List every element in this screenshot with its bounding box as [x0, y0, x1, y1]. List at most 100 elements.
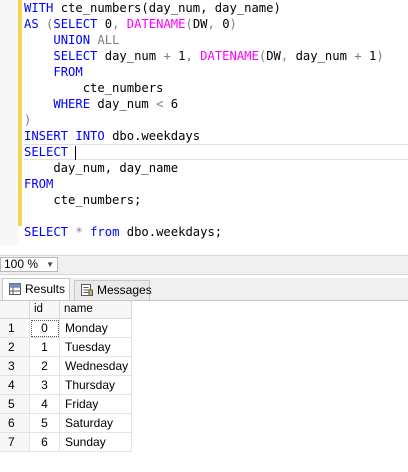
row-number-cell[interactable]: 7	[0, 433, 30, 452]
tab-messages[interactable]: Messages	[74, 280, 152, 300]
code-line[interactable]: WITH cte_numbers(day_num, day_name)	[24, 0, 281, 16]
sql-editor[interactable]: WITH cte_numbers(day_num, day_name) AS (S…	[0, 0, 408, 245]
id-cell[interactable]: 1	[30, 338, 60, 357]
column-header-name[interactable]: name	[60, 301, 132, 319]
tab-results-label: Results	[25, 282, 66, 296]
code-token: dbo.weekdays;	[126, 225, 223, 239]
row-number-cell[interactable]: 5	[0, 395, 30, 414]
code-token: FROM	[24, 177, 54, 191]
change-tracking-bar	[18, 0, 22, 226]
code-token: )	[229, 17, 237, 31]
id-cell[interactable]: 0	[30, 319, 60, 338]
code-token: SELECT	[53, 17, 105, 31]
code-line[interactable]: SELECT	[24, 144, 77, 160]
id-cell[interactable]: 6	[30, 433, 60, 452]
chevron-down-icon[interactable]: ▼	[46, 258, 54, 271]
messages-icon	[81, 284, 93, 296]
code-token: ,	[207, 17, 223, 31]
row-number-cell[interactable]: 2	[0, 338, 30, 357]
code-token: 0	[222, 17, 230, 31]
tab-results[interactable]: Results	[2, 278, 70, 300]
row-number-cell[interactable]: 4	[0, 376, 30, 395]
grid-icon	[9, 283, 21, 295]
code-token: dbo.weekdays	[112, 129, 201, 143]
code-line[interactable]: FROM	[24, 64, 83, 80]
name-cell[interactable]: Tuesday	[60, 338, 132, 357]
code-line[interactable]: SELECT day_num + 1, DATENAME(DW, day_num…	[24, 48, 384, 64]
current-line-highlight	[24, 144, 408, 160]
name-cell[interactable]: Friday	[60, 395, 132, 414]
id-cell[interactable]: 3	[30, 376, 60, 395]
code-token: from	[90, 225, 127, 239]
code-token: ,	[185, 49, 201, 63]
code-line[interactable]: )	[24, 112, 31, 128]
code-line[interactable]: AS (SELECT 0, DATENAME(DW, 0)	[24, 16, 237, 32]
code-token: cte_numbers;	[24, 193, 142, 207]
row-number-cell[interactable]: 1	[0, 319, 30, 338]
code-token: UNION	[53, 33, 98, 47]
code-token: ,	[112, 17, 127, 31]
id-cell[interactable]: 4	[30, 395, 60, 414]
name-cell[interactable]: Sunday	[60, 433, 132, 452]
code-token: WITH	[24, 1, 61, 15]
code-token: DW	[192, 17, 208, 31]
results-grid[interactable]: id name 1 0 Monday 2 1 Tuesday 3 2 Wednesday 4 3 Th…	[0, 301, 408, 472]
id-cell[interactable]: 2	[30, 357, 60, 376]
code-token: SELECT	[24, 145, 76, 159]
text-caret	[75, 145, 77, 160]
code-line[interactable]: INSERT INTO dbo.weekdays	[24, 128, 200, 144]
code-token: day_num	[295, 49, 355, 63]
tab-messages-label: Messages	[97, 283, 152, 297]
code-token: 6	[170, 97, 179, 111]
code-token: AS	[24, 17, 47, 31]
code-token: FROM	[53, 65, 83, 79]
code-token: DW	[266, 49, 281, 63]
zoom-value: 100 %	[4, 257, 39, 271]
code-token: day_num, day_name	[24, 161, 179, 175]
code-token: ALL	[97, 33, 120, 47]
row-number-cell[interactable]: 3	[0, 357, 30, 376]
code-token: *	[75, 225, 91, 239]
code-token: SELECT	[24, 225, 76, 239]
code-line[interactable]: cte_numbers;	[24, 192, 141, 208]
name-cell[interactable]: Wednesday	[60, 357, 132, 376]
column-header-id[interactable]: id	[30, 301, 60, 319]
code-token: cte_numbers	[24, 81, 164, 95]
code-token: )	[376, 49, 384, 63]
code-token: day_num	[97, 97, 157, 111]
code-token: 0	[104, 17, 113, 31]
zoom-dropdown[interactable]: 100 % ▼	[0, 257, 58, 272]
code-token: DATENAME	[200, 49, 259, 63]
code-token: +	[354, 49, 369, 63]
code-token: <	[156, 97, 171, 111]
code-token: cte_numbers(day_num, day_name)	[60, 1, 281, 15]
code-line[interactable]: SELECT * from dbo.weekdays;	[24, 224, 222, 240]
code-line[interactable]: WHERE day_num < 6	[24, 96, 178, 112]
id-cell[interactable]: 5	[30, 414, 60, 433]
code-token: +	[163, 49, 179, 63]
code-line[interactable]: cte_numbers	[24, 80, 164, 96]
code-token: SELECT	[53, 49, 105, 63]
code-line[interactable]: UNION ALL	[24, 32, 119, 48]
code-token: day_num	[104, 49, 164, 63]
code-token: (	[185, 17, 193, 31]
name-cell[interactable]: Monday	[60, 319, 132, 338]
row-number-header[interactable]	[0, 301, 30, 319]
name-cell[interactable]: Saturday	[60, 414, 132, 433]
code-line[interactable]: day_num, day_name	[24, 160, 178, 176]
code-token: INSERT INTO	[24, 129, 113, 143]
code-token: WHERE	[53, 97, 98, 111]
editor-gutter	[0, 0, 18, 245]
results-tab-bar: Results Messages	[0, 278, 408, 301]
row-number-cell[interactable]: 6	[0, 414, 30, 433]
code-token: DATENAME	[126, 17, 186, 31]
name-cell[interactable]: Thursday	[60, 376, 132, 395]
code-line[interactable]: FROM	[24, 176, 53, 192]
code-token: )	[24, 113, 32, 127]
code-token: ,	[280, 49, 296, 63]
zoom-bar: 100 % ▼	[0, 255, 408, 275]
